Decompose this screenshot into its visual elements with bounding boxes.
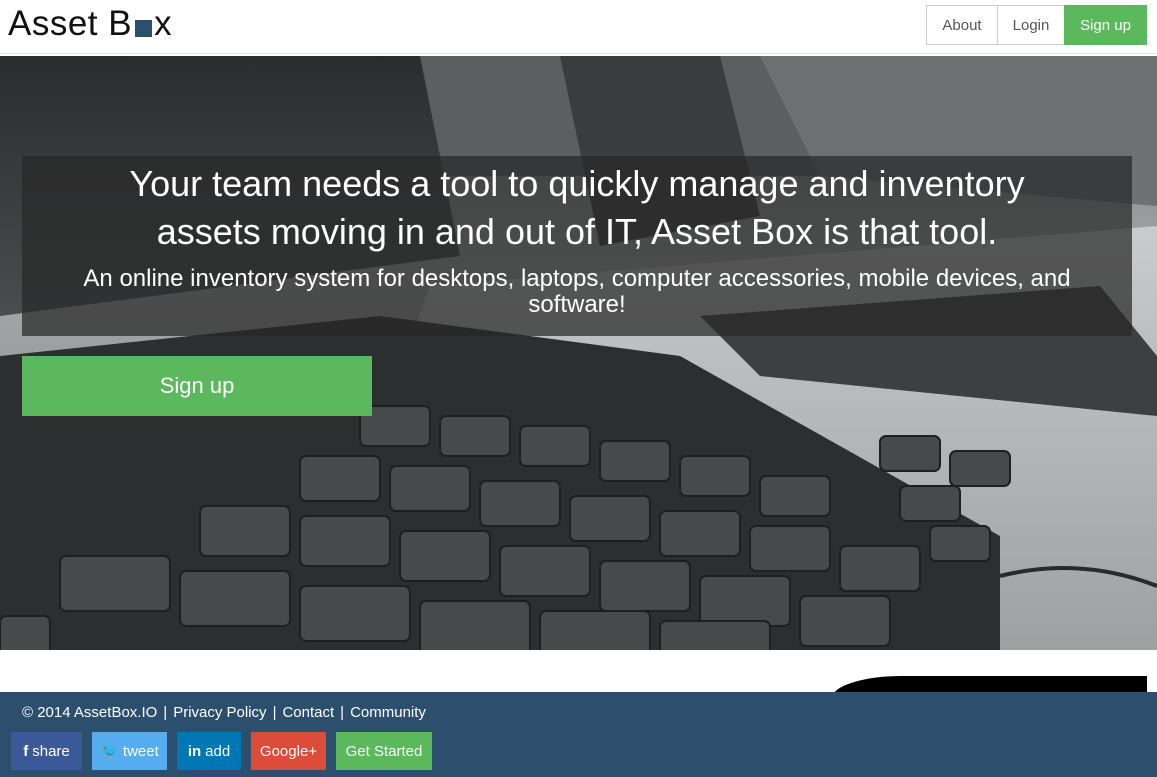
header-signup-button[interactable]: Sign up <box>1064 5 1147 45</box>
linkedin-add-button[interactable]: in add <box>177 732 241 770</box>
footer-separator: | <box>272 704 277 721</box>
about-button[interactable]: About <box>926 5 998 45</box>
copyright-text: © 2014 AssetBox.IO <box>22 704 158 721</box>
privacy-policy-link[interactable]: Privacy Policy <box>173 704 266 721</box>
social-buttons: f share 🐦 tweet in add Google+ Get Start… <box>11 732 442 770</box>
linkedin-icon: in <box>187 742 202 760</box>
site-header: Asset B x About Login Sign up <box>0 0 1157 54</box>
twitter-bird-icon: 🐦 <box>100 743 119 760</box>
hero-title: Your team needs a tool to quickly manage… <box>129 163 1025 252</box>
hero-signup-button[interactable]: Sign up <box>22 356 372 416</box>
facebook-icon: f <box>23 742 29 760</box>
hero-section: Your team needs a tool to quickly manage… <box>0 56 1157 650</box>
footer-separator: | <box>340 704 345 721</box>
footer-links: © 2014 AssetBox.IO | Privacy Policy | Co… <box>22 704 426 721</box>
facebook-share-label: share <box>32 742 70 760</box>
community-link[interactable]: Community <box>350 704 426 721</box>
asset-box-logo[interactable]: Asset B x <box>8 4 172 44</box>
site-footer: © 2014 AssetBox.IO | Privacy Policy | Co… <box>0 692 1157 777</box>
linkedin-add-label: add <box>205 742 231 760</box>
twitter-tweet-label: tweet <box>122 742 159 760</box>
logo-square-icon <box>135 19 153 37</box>
top-nav: About Login Sign up <box>926 5 1147 45</box>
hero-overlay-box: Your team needs a tool to quickly manage… <box>22 156 1132 336</box>
keyboard-background-image <box>0 56 1157 650</box>
twitter-tweet-button[interactable]: 🐦 tweet <box>92 732 167 770</box>
facebook-share-button[interactable]: f share <box>11 732 82 770</box>
contact-link[interactable]: Contact <box>282 704 334 721</box>
logo-text-end: x <box>154 4 173 43</box>
google-plus-button[interactable]: Google+ <box>251 732 326 770</box>
footer-separator: | <box>163 704 168 721</box>
login-button[interactable]: Login <box>997 5 1065 45</box>
logo-text-start: Asset B <box>8 4 133 43</box>
hero-subtitle: An online inventory system for desktops,… <box>83 265 1071 318</box>
get-started-button[interactable]: Get Started <box>336 732 432 770</box>
